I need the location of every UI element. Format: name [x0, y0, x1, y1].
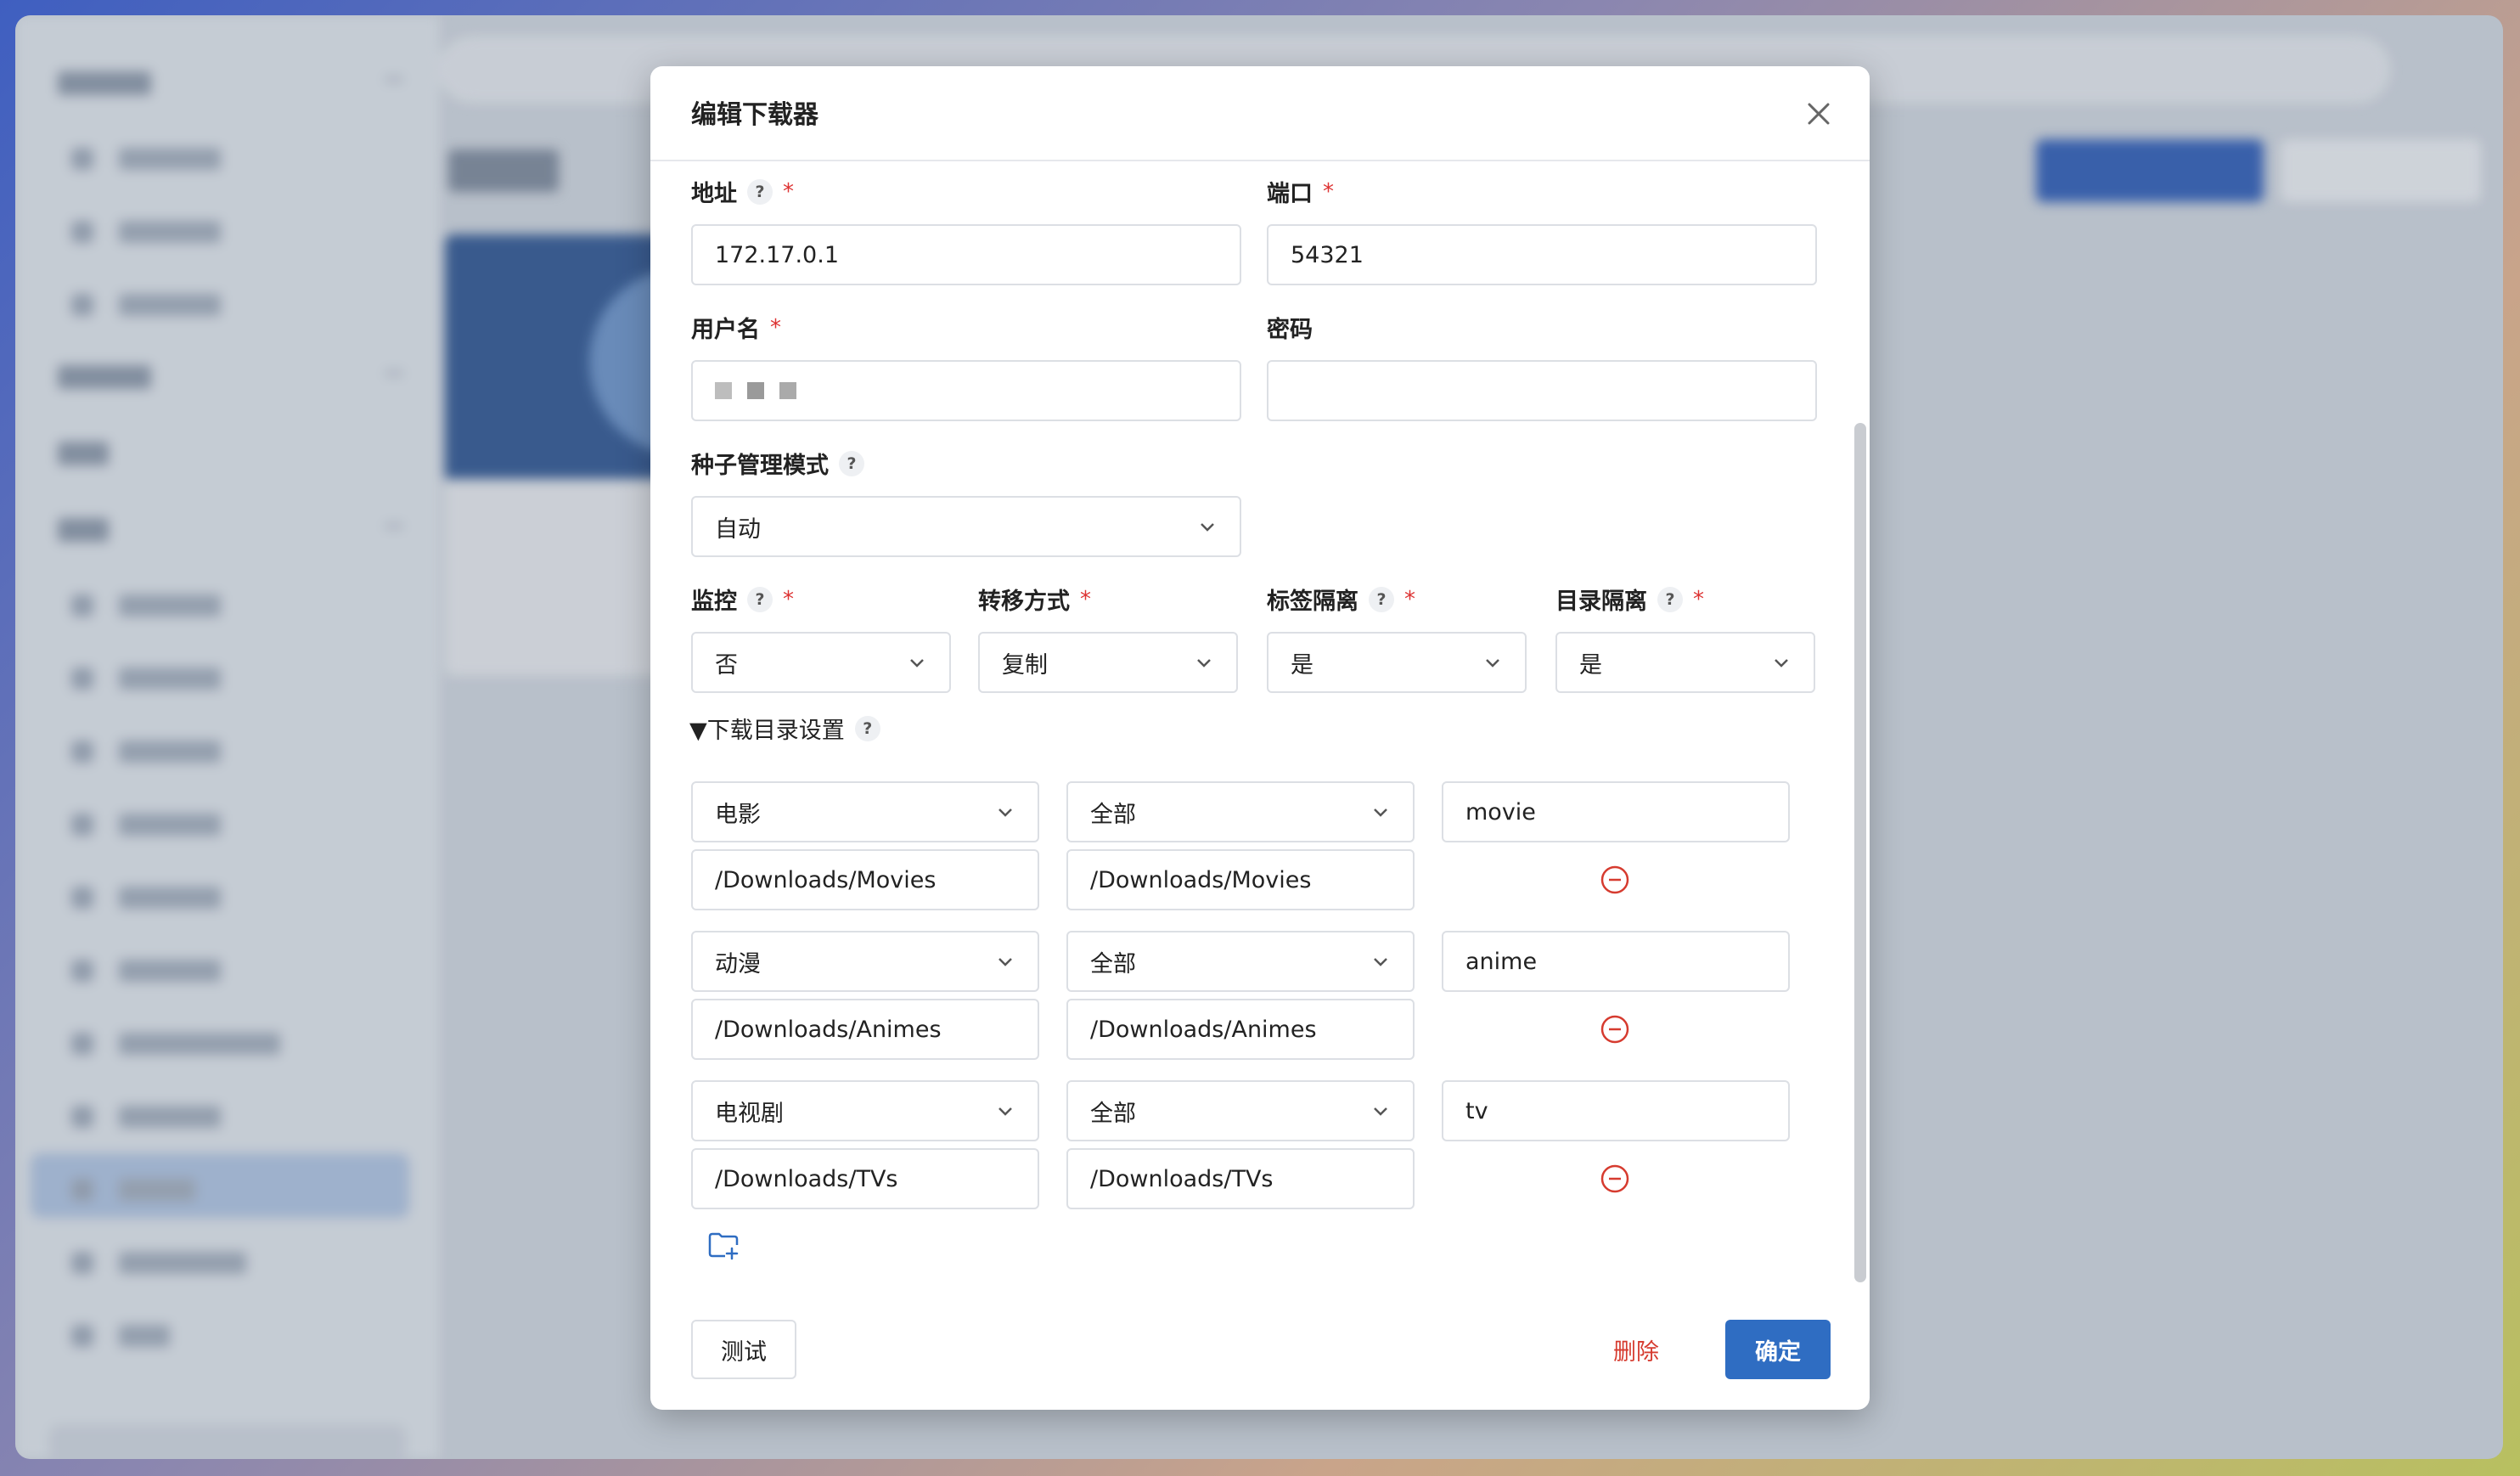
help-icon[interactable]: ? — [747, 586, 773, 612]
torrent-mode-label: 种子管理模式 ? — [691, 447, 864, 480]
library-path-input[interactable]: /Downloads/Movies — [1066, 849, 1415, 910]
required-mark: * — [1323, 178, 1334, 205]
port-label: 端口 * — [1267, 178, 1334, 208]
library-path-value: /Downloads/Animes — [1090, 1016, 1317, 1043]
download-path-input[interactable]: /Downloads/Animes — [691, 999, 1039, 1060]
required-mark: * — [783, 178, 794, 205]
chevron-down-icon — [997, 803, 1014, 820]
username-input[interactable] — [691, 360, 1241, 421]
help-icon[interactable]: ? — [747, 178, 773, 205]
chevron-down-icon — [908, 654, 925, 671]
password-input[interactable] — [1267, 360, 1817, 421]
library-path-input[interactable]: /Downloads/TVs — [1066, 1148, 1415, 1209]
required-mark: * — [1080, 586, 1091, 612]
media-type-value: 电视剧 — [715, 1100, 784, 1127]
remove-row-icon[interactable] — [1600, 1014, 1630, 1045]
tag-isolation-value: 是 — [1291, 651, 1313, 679]
dir-isolation-value: 是 — [1579, 651, 1602, 679]
download-path-input[interactable]: /Downloads/TVs — [691, 1148, 1039, 1209]
chevron-down-icon — [997, 1102, 1014, 1119]
download-path-input[interactable]: /Downloads/Movies — [691, 849, 1039, 910]
help-icon[interactable]: ? — [1657, 586, 1683, 612]
help-icon[interactable]: ? — [839, 450, 864, 476]
transfer-value: 复制 — [1002, 651, 1048, 679]
media-type-select[interactable]: 电视剧 — [691, 1080, 1039, 1141]
torrent-mode-select[interactable]: 自动 — [691, 496, 1241, 557]
dialog-title: 编辑下载器 — [691, 100, 818, 130]
required-mark: * — [770, 314, 781, 341]
username-label: 用户名 * — [691, 314, 781, 344]
chevron-down-icon — [1484, 654, 1501, 671]
test-button[interactable]: 测试 — [691, 1320, 796, 1379]
port-input[interactable]: 54321 — [1267, 224, 1817, 285]
dir-isolation-label: 目录隔离 ? * — [1555, 586, 1704, 615]
download-path-value: /Downloads/Movies — [715, 866, 937, 893]
chevron-down-icon — [1372, 803, 1389, 820]
download-path-value: /Downloads/TVs — [715, 1165, 898, 1192]
media-type-value: 电影 — [715, 801, 761, 828]
media-type-select[interactable]: 动漫 — [691, 931, 1039, 992]
library-path-value: /Downloads/TVs — [1090, 1165, 1274, 1192]
dialog-scrollbar[interactable] — [1854, 423, 1866, 1282]
label-value: tv — [1465, 1097, 1488, 1124]
add-folder-icon[interactable] — [706, 1228, 740, 1262]
chevron-down-icon — [1372, 1102, 1389, 1119]
masked-value — [715, 382, 796, 399]
label-value: anime — [1465, 948, 1538, 975]
tag-isolation-select[interactable]: 是 — [1267, 632, 1527, 693]
port-value: 54321 — [1291, 241, 1364, 268]
chevron-down-icon — [1773, 654, 1790, 671]
confirm-button[interactable]: 确定 — [1725, 1320, 1831, 1379]
address-input[interactable]: 172.17.0.1 — [691, 224, 1241, 285]
chevron-down-icon — [997, 953, 1014, 970]
download-path-value: /Downloads/Animes — [715, 1016, 942, 1043]
dialog-header: 编辑下载器 — [650, 66, 1870, 161]
label-input[interactable]: movie — [1442, 781, 1790, 842]
close-icon[interactable] — [1802, 97, 1836, 131]
media-type-select[interactable]: 电影 — [691, 781, 1039, 842]
media-type-value: 动漫 — [715, 950, 761, 977]
chevron-down-icon — [1199, 518, 1216, 535]
torrent-mode-value: 自动 — [715, 515, 761, 543]
transfer-select[interactable]: 复制 — [978, 632, 1238, 693]
label-value: movie — [1465, 798, 1536, 825]
category-value: 全部 — [1090, 950, 1136, 977]
help-icon[interactable]: ? — [854, 715, 880, 741]
chevron-down-icon — [1372, 953, 1389, 970]
monitor-label: 监控 ? * — [691, 586, 794, 615]
password-label: 密码 — [1267, 317, 1313, 343]
address-value: 172.17.0.1 — [715, 241, 839, 268]
transfer-label: 转移方式 * — [978, 586, 1091, 616]
remove-row-icon[interactable] — [1600, 1163, 1630, 1194]
label-input[interactable]: tv — [1442, 1080, 1790, 1141]
label-input[interactable]: anime — [1442, 931, 1790, 992]
download-dirs-label: ▼下载目录设置 — [689, 718, 845, 744]
category-select[interactable]: 全部 — [1066, 931, 1415, 992]
delete-button[interactable]: 删除 — [1598, 1320, 1674, 1379]
required-mark: * — [1404, 586, 1415, 612]
help-icon[interactable]: ? — [1369, 586, 1394, 612]
remove-row-icon[interactable] — [1600, 865, 1630, 895]
address-label: 地址 ? * — [691, 178, 794, 207]
required-mark: * — [1693, 586, 1704, 612]
category-select[interactable]: 全部 — [1066, 781, 1415, 842]
monitor-value: 否 — [715, 651, 738, 679]
monitor-select[interactable]: 否 — [691, 632, 951, 693]
tag-isolation-label: 标签隔离 ? * — [1267, 586, 1415, 615]
required-mark: * — [783, 586, 794, 612]
download-dirs-toggle[interactable]: ▼下载目录设置 ? — [689, 712, 880, 745]
edit-downloader-dialog: 编辑下载器 地址 ? * 172.17.0.1 端口 * 54321 用户名 *… — [650, 66, 1870, 1410]
library-path-value: /Downloads/Movies — [1090, 866, 1312, 893]
library-path-input[interactable]: /Downloads/Animes — [1066, 999, 1415, 1060]
category-select[interactable]: 全部 — [1066, 1080, 1415, 1141]
category-value: 全部 — [1090, 1100, 1136, 1127]
dir-isolation-select[interactable]: 是 — [1555, 632, 1815, 693]
category-value: 全部 — [1090, 801, 1136, 828]
chevron-down-icon — [1195, 654, 1212, 671]
